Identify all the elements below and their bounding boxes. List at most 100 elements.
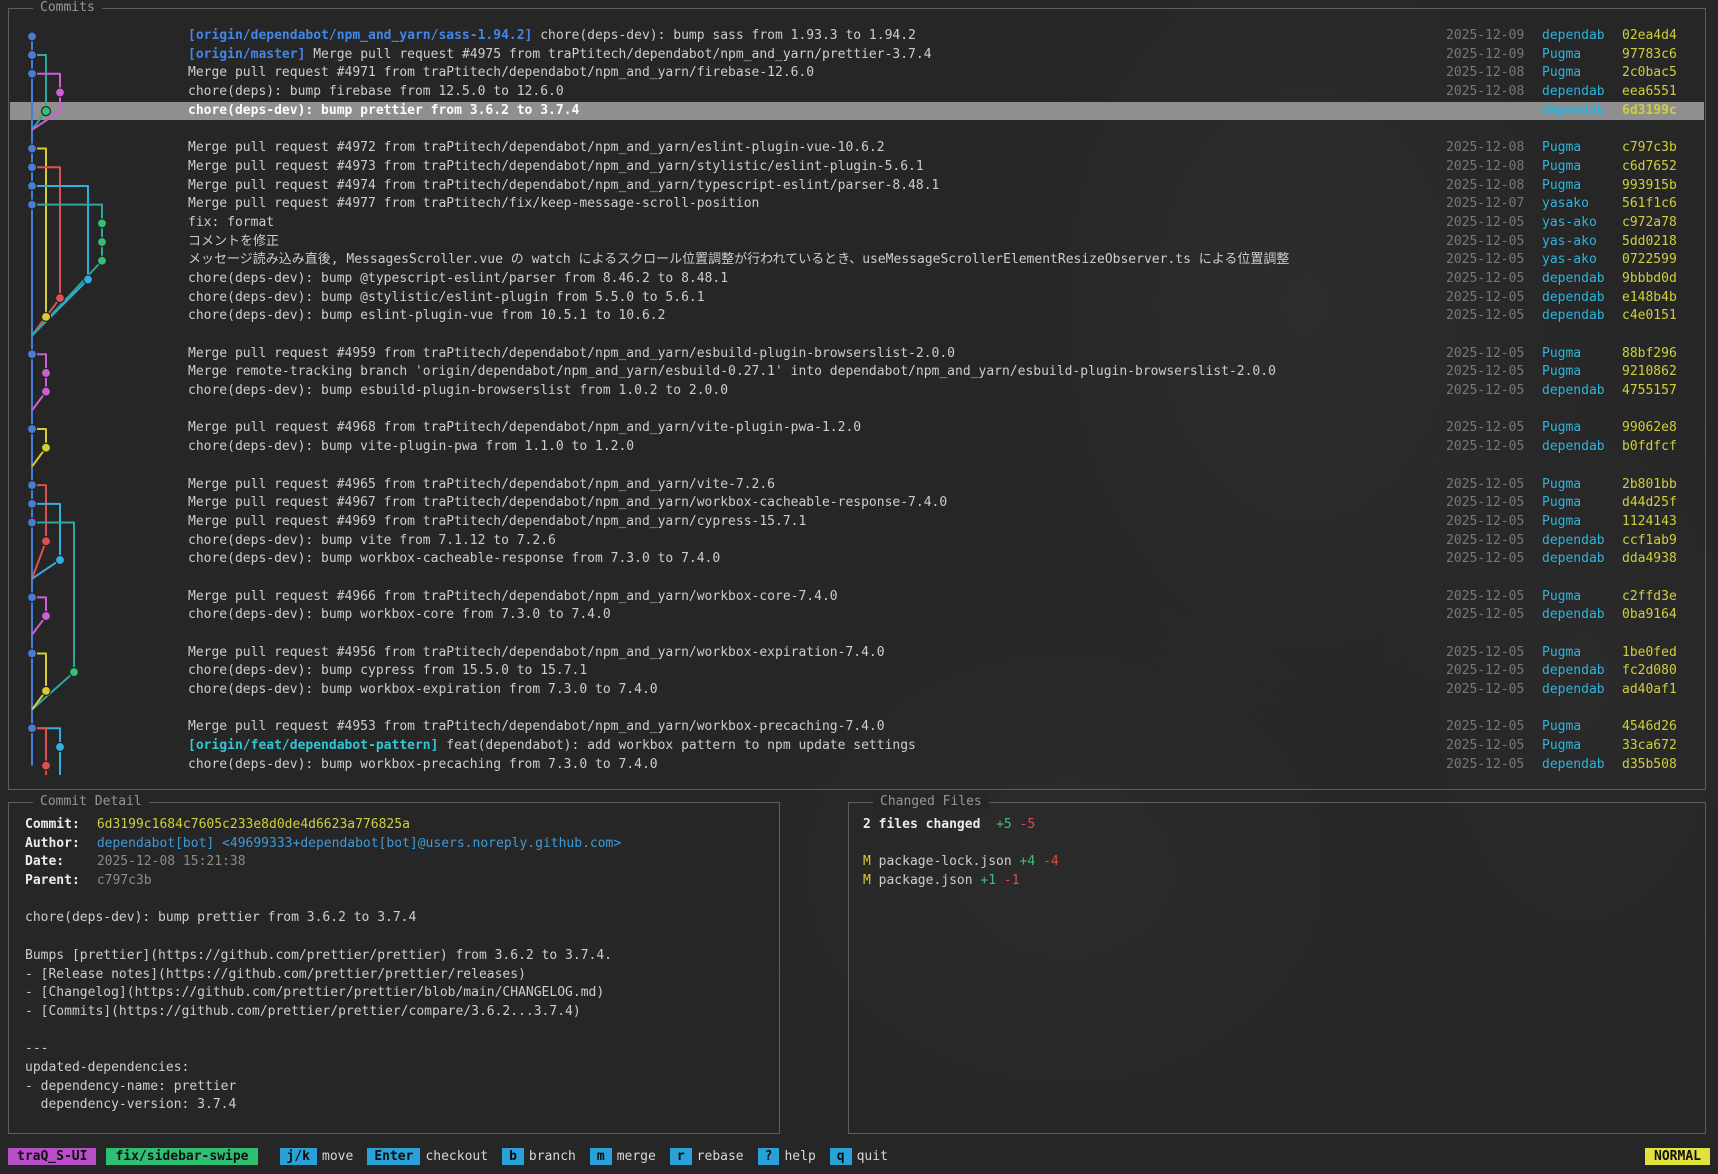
detail-field: Date: 2025-12-08 15:21:38 [25, 853, 771, 872]
commit-row[interactable]: コメントを修正2025-12-05yas-ako5dd0218 [10, 233, 1704, 252]
commit-author: dependab [1542, 532, 1622, 551]
commit-message: chore(deps-dev): bump workbox-cacheable-… [188, 550, 1446, 569]
commit-row[interactable]: Merge pull request #4966 from traPtitech… [10, 588, 1704, 607]
commit-row[interactable]: Merge pull request #4959 from traPtitech… [10, 345, 1704, 364]
commit-row[interactable]: chore(deps-dev): bump prettier from 3.6.… [10, 102, 1704, 121]
commit-message: Merge pull request #4974 from traPtitech… [188, 177, 1446, 196]
commit-row[interactable]: chore(deps-dev): bump cypress from 15.5.… [10, 662, 1704, 681]
commit-hash: 9bbbd0d [1622, 270, 1696, 289]
commit-message: Merge pull request #4971 from traPtitech… [188, 64, 1446, 83]
commit-message: chore(deps-dev): bump eslint-plugin-vue … [188, 307, 1446, 326]
commit-row[interactable]: chore(deps-dev): bump workbox-expiration… [10, 681, 1704, 700]
commit-date: 2025-12-05 [1446, 681, 1542, 700]
commit-message: Merge pull request #4972 from traPtitech… [188, 139, 1446, 158]
commit-detail-body: Commit: 6d3199c1684c7605c233e8d0de4d6623… [25, 816, 771, 1115]
commit-hash: c6d7652 [1622, 158, 1696, 177]
commit-message: chore(deps-dev): bump workbox-expiration… [188, 681, 1446, 700]
commit-hash: c972a78 [1622, 214, 1696, 233]
commit-row[interactable]: [origin/master] Merge pull request #4975… [10, 46, 1704, 65]
detail-field-label: Commit: [25, 816, 89, 835]
commit-date: 2025-12-05 [1446, 662, 1542, 681]
commit-row[interactable]: Merge pull request #4953 from traPtitech… [10, 718, 1704, 737]
commit-message: chore(deps): bump firebase from 12.5.0 t… [188, 83, 1446, 102]
commit-row[interactable]: chore(deps-dev): bump workbox-core from … [10, 606, 1704, 625]
commit-row[interactable]: Merge remote-tracking branch 'origin/dep… [10, 363, 1704, 382]
detail-field-value: dependabot[bot] <49699333+dependabot[bot… [89, 836, 621, 851]
file-deletions: -1 [996, 873, 1019, 888]
status-bar: traQ_S-UI fix/sidebar-swipe j/kmoveEnter… [8, 1144, 1710, 1168]
commit-row[interactable]: Merge pull request #4967 from traPtitech… [10, 494, 1704, 513]
commit-row[interactable]: chore(deps): bump firebase from 12.5.0 t… [10, 83, 1704, 102]
keybind-action: rebase [697, 1149, 744, 1164]
commit-hash: e148b4b [1622, 289, 1696, 308]
detail-message-line: - [Release notes](https://github.com/pre… [25, 966, 771, 985]
commit-hash: 4755157 [1622, 382, 1696, 401]
commit-row[interactable]: メッセージ読み込み直後, MessagesScroller.vue の watc… [10, 251, 1704, 270]
commit-row-spacer [10, 120, 1704, 139]
commit-date: 2025-12-09 [1446, 46, 1542, 65]
commit-message: chore(deps-dev): bump esbuild-plugin-bro… [188, 382, 1446, 401]
commit-author: dependab [1542, 382, 1622, 401]
commit-row[interactable]: chore(deps-dev): bump vite from 7.1.12 t… [10, 532, 1704, 551]
detail-field-value: 6d3199c1684c7605c233e8d0de4d6623a776825a [89, 817, 410, 832]
commit-row[interactable]: Merge pull request #4968 from traPtitech… [10, 419, 1704, 438]
keybind-action: merge [617, 1149, 656, 1164]
branch-badge: fix/sidebar-swipe [106, 1148, 257, 1165]
changed-file-row[interactable]: M package-lock.json +4 -4 [863, 853, 1697, 872]
commit-row[interactable]: chore(deps-dev): bump esbuild-plugin-bro… [10, 382, 1704, 401]
detail-message-line [25, 1022, 771, 1041]
commit-author: yas-ako [1542, 233, 1622, 252]
commit-date: 2025-12-05 [1446, 588, 1542, 607]
commit-row[interactable]: Merge pull request #4973 from traPtitech… [10, 158, 1704, 177]
commit-hash: 88bf296 [1622, 345, 1696, 364]
diff-summary: 2 files changed +5 -5 [863, 816, 1697, 835]
commit-row[interactable]: Merge pull request #4974 from traPtitech… [10, 177, 1704, 196]
keybind-action: move [322, 1149, 353, 1164]
commit-row-spacer [10, 401, 1704, 420]
detail-field-label: Parent: [25, 872, 89, 891]
commit-author: dependab [1542, 606, 1622, 625]
commit-row[interactable]: Merge pull request #4971 from traPtitech… [10, 64, 1704, 83]
commit-row[interactable]: Merge pull request #4977 from traPtitech… [10, 195, 1704, 214]
commit-date: 2025-12-08 [1446, 139, 1542, 158]
commit-row[interactable]: [origin/feat/dependabot-pattern] feat(de… [10, 737, 1704, 756]
commit-row[interactable]: Merge pull request #4956 from traPtitech… [10, 644, 1704, 663]
commit-row[interactable]: chore(deps-dev): bump eslint-plugin-vue … [10, 307, 1704, 326]
commit-row[interactable]: Merge pull request #4965 from traPtitech… [10, 476, 1704, 495]
commit-message: メッセージ読み込み直後, MessagesScroller.vue の watc… [188, 251, 1446, 270]
commit-row[interactable]: chore(deps-dev): bump @stylistic/eslint-… [10, 289, 1704, 308]
commit-row[interactable]: fix: format2025-12-05yas-akoc972a78 [10, 214, 1704, 233]
changed-files-body: 2 files changed +5 -5 M package-lock.jso… [863, 816, 1697, 891]
commit-message: chore(deps-dev): bump workbox-core from … [188, 606, 1446, 625]
commit-date: 2025-12-07 [1446, 195, 1542, 214]
commit-row[interactable]: chore(deps-dev): bump workbox-precaching… [10, 756, 1704, 775]
file-status: M [863, 873, 871, 888]
detail-message-line [25, 928, 771, 947]
commit-author: Pugma [1542, 513, 1622, 532]
commit-message: Merge pull request #4969 from traPtitech… [188, 513, 1446, 532]
keybind-help: ?help [758, 1148, 816, 1165]
branch-ref: [origin/dependabot/npm_and_yarn/sass-1.9… [188, 28, 532, 43]
commit-hash: ad40af1 [1622, 681, 1696, 700]
commit-message: chore(deps-dev): bump prettier from 3.6.… [188, 102, 1446, 121]
keybind-merge: mmerge [590, 1148, 656, 1165]
commit-author: Pugma [1542, 46, 1622, 65]
additions-total: +5 [996, 817, 1012, 832]
commit-row[interactable]: Merge pull request #4969 from traPtitech… [10, 513, 1704, 532]
changed-file-row[interactable]: M package.json +1 -1 [863, 872, 1697, 891]
commit-message: Merge pull request #4959 from traPtitech… [188, 345, 1446, 364]
keybind-move: j/kmove [280, 1148, 354, 1165]
commit-row[interactable]: Merge pull request #4972 from traPtitech… [10, 139, 1704, 158]
keybind-checkout: Entercheckout [367, 1148, 488, 1165]
commit-list: [origin/dependabot/npm_and_yarn/sass-1.9… [10, 27, 1704, 775]
commit-row[interactable]: chore(deps-dev): bump @typescript-eslint… [10, 270, 1704, 289]
keybind-action: branch [529, 1149, 576, 1164]
commit-row[interactable]: chore(deps-dev): bump workbox-cacheable-… [10, 550, 1704, 569]
commit-row[interactable]: [origin/dependabot/npm_and_yarn/sass-1.9… [10, 27, 1704, 46]
commit-author: dependab [1542, 662, 1622, 681]
commit-message: コメントを修正 [188, 233, 1446, 252]
commit-message: Merge pull request #4968 from traPtitech… [188, 419, 1446, 438]
commit-row[interactable]: chore(deps-dev): bump vite-plugin-pwa fr… [10, 438, 1704, 457]
commit-date [1446, 102, 1542, 121]
keybind-key: m [590, 1148, 612, 1165]
